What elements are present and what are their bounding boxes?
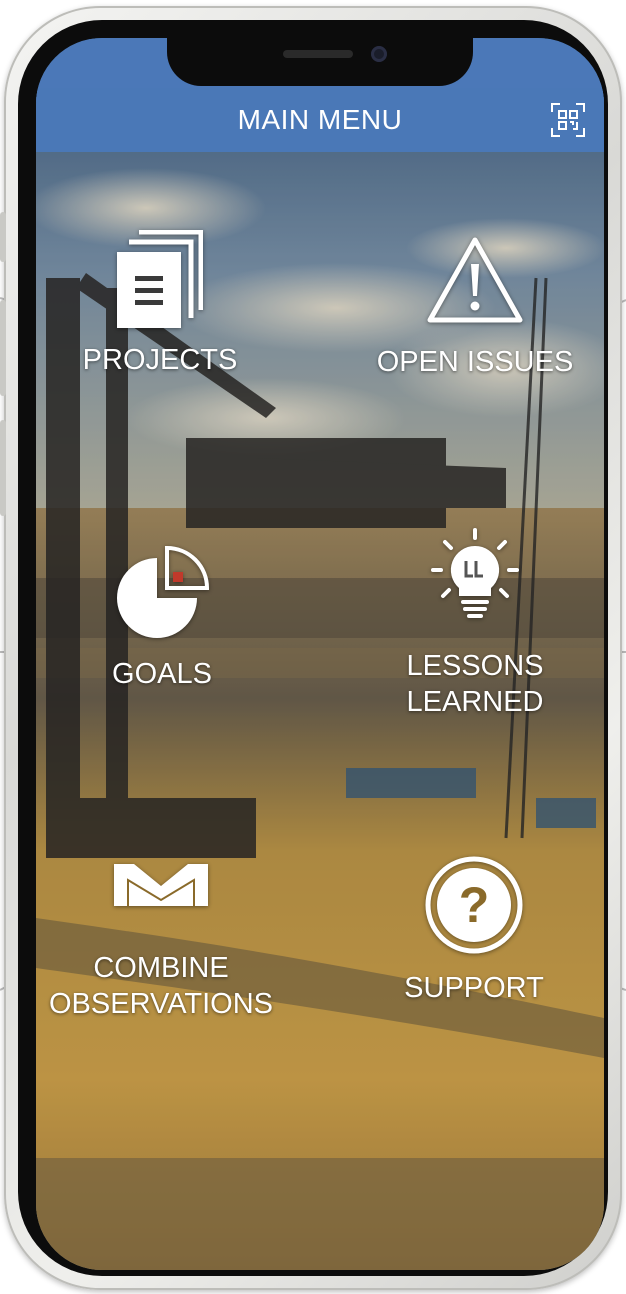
device-notch bbox=[167, 38, 473, 86]
menu-item-lessons-learned[interactable]: LESSONS LEARNED bbox=[370, 528, 580, 720]
question-circle-icon: ? bbox=[425, 856, 523, 954]
menu-item-goals[interactable]: GOALS bbox=[62, 544, 262, 692]
combine-observations-label-line2: OBSERVATIONS bbox=[49, 988, 273, 1020]
menu-item-projects[interactable]: PROJECTS bbox=[60, 230, 260, 378]
goals-label: GOALS bbox=[112, 658, 212, 690]
warning-triangle-icon bbox=[427, 237, 523, 323]
projects-label: PROJECTS bbox=[82, 344, 238, 376]
menu-item-open-issues[interactable]: OPEN ISSUES bbox=[360, 236, 590, 380]
speaker bbox=[283, 50, 353, 58]
qr-scan-icon bbox=[551, 103, 585, 137]
side-button-silent bbox=[0, 212, 6, 262]
support-label: SUPPORT bbox=[404, 972, 544, 1004]
lessons-learned-label-line2: LEARNED bbox=[406, 686, 544, 718]
front-camera bbox=[371, 46, 387, 62]
lightbulb-icon bbox=[431, 528, 519, 618]
merge-envelope-icon bbox=[114, 864, 208, 906]
open-issues-label: OPEN ISSUES bbox=[376, 346, 574, 378]
documents-icon bbox=[117, 230, 203, 328]
page-title: MAIN MENU bbox=[237, 104, 403, 135]
combine-observations-label-line1: COMBINE bbox=[93, 952, 229, 984]
menu-item-combine-observations[interactable]: COMBINE OBSERVATIONS bbox=[36, 860, 286, 1022]
side-button-volume-up bbox=[0, 300, 6, 396]
pie-chart-icon bbox=[117, 545, 210, 638]
svg-text:?: ? bbox=[459, 877, 490, 933]
menu-item-support[interactable]: ? SUPPORT bbox=[374, 856, 574, 1006]
app-screen: MAIN MENU PROJECTS OPEN ISSUES GOALS LES… bbox=[36, 38, 604, 1270]
qr-scan-button[interactable] bbox=[550, 102, 586, 138]
lessons-learned-label-line1: LESSONS bbox=[406, 650, 544, 682]
header-bar: MAIN MENU bbox=[36, 88, 604, 152]
side-button-volume-down bbox=[0, 420, 6, 516]
